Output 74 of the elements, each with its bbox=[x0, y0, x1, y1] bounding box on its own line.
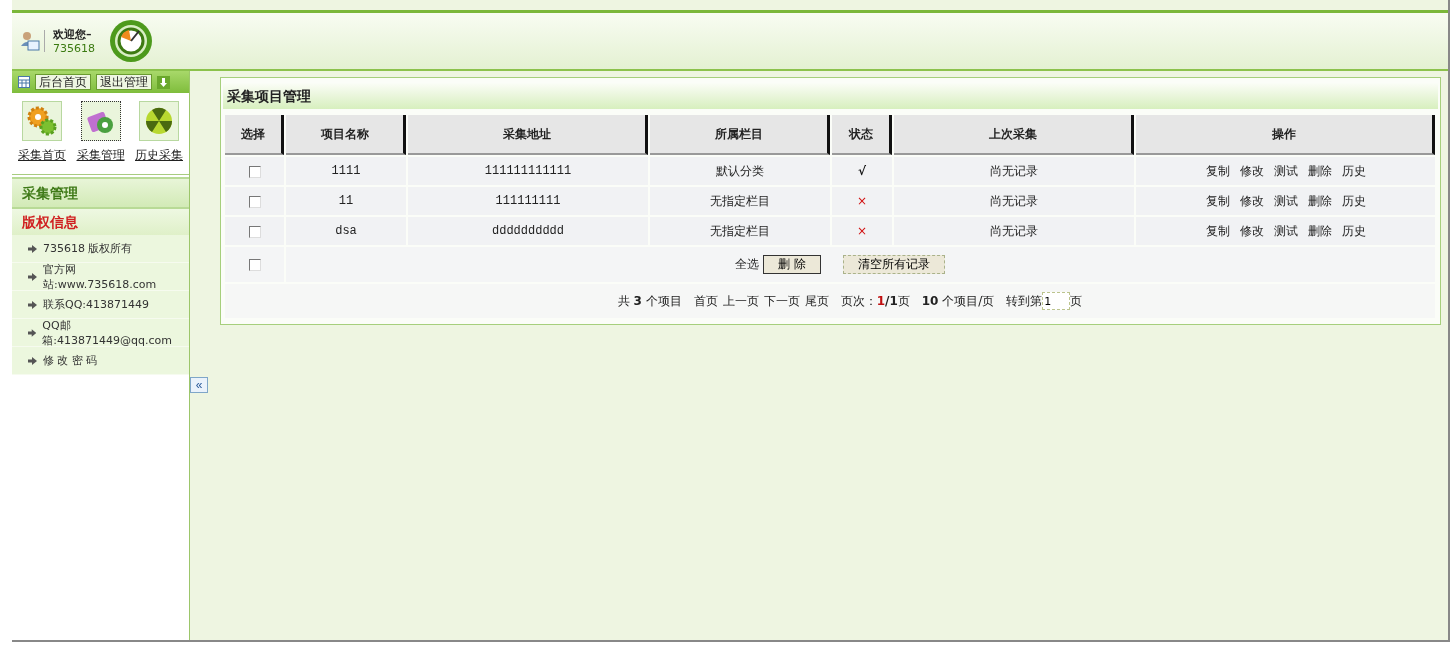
pager-link[interactable]: 下一页 bbox=[763, 292, 800, 310]
goto-suffix: 页 bbox=[1070, 292, 1083, 310]
status-mark: × bbox=[856, 224, 868, 238]
section-header[interactable]: 采集管理 bbox=[12, 177, 189, 209]
status-mark: √ bbox=[858, 164, 866, 178]
action-link[interactable]: 历史 bbox=[1341, 162, 1366, 180]
table-cell: 1111 bbox=[286, 157, 406, 185]
panel-title: 采集项目管理 bbox=[223, 83, 1438, 109]
user-name: 735618 bbox=[53, 42, 95, 55]
column-header: 上次采集 bbox=[894, 115, 1134, 155]
toolbar-button[interactable]: 退出管理 bbox=[96, 74, 152, 90]
action-link[interactable]: 复制 bbox=[1205, 192, 1230, 210]
page-input[interactable]: 1 bbox=[1042, 292, 1071, 310]
radiation-ball-icon bbox=[144, 106, 174, 136]
action-link[interactable]: 历史 bbox=[1341, 192, 1366, 210]
arrow-icon bbox=[28, 272, 37, 281]
collapse-button[interactable]: « bbox=[190, 377, 208, 393]
table-cell: 11 bbox=[286, 187, 406, 215]
arrow-icon bbox=[28, 300, 37, 309]
row-checkbox[interactable] bbox=[248, 225, 261, 238]
action-link[interactable]: 测试 bbox=[1273, 162, 1298, 180]
table-cell: dddddddddd bbox=[408, 217, 648, 245]
action-link[interactable]: 复制 bbox=[1205, 222, 1230, 240]
column-header: 采集地址 bbox=[408, 115, 648, 155]
user-icon bbox=[20, 30, 45, 52]
table-cell: dsa bbox=[286, 217, 406, 245]
pager-link[interactable]: 尾页 bbox=[804, 292, 829, 310]
table-cell: 尚无记录 bbox=[894, 157, 1134, 185]
table-cell: 111111111111 bbox=[408, 157, 648, 185]
action-link[interactable]: 修改 bbox=[1239, 192, 1264, 210]
column-header: 项目名称 bbox=[286, 115, 406, 155]
table-cell: 尚无记录 bbox=[894, 187, 1134, 215]
action-link[interactable]: 测试 bbox=[1273, 222, 1298, 240]
section-header[interactable]: 版权信息 bbox=[12, 209, 189, 235]
action-link[interactable]: 删除 bbox=[1307, 222, 1332, 240]
column-header: 状态 bbox=[832, 115, 892, 155]
toolbar-button[interactable]: 后台首页 bbox=[35, 74, 91, 90]
gears-icon bbox=[27, 106, 57, 136]
table-cell: 尚无记录 bbox=[894, 217, 1134, 245]
action-link[interactable]: 删除 bbox=[1307, 162, 1332, 180]
per-page-text: 10 个项目/页 bbox=[921, 292, 995, 310]
delete-button[interactable]: 删 除 bbox=[763, 255, 821, 274]
pager-total: 共 3 个项目 bbox=[617, 292, 682, 310]
action-link[interactable]: 修改 bbox=[1239, 162, 1264, 180]
row-checkbox[interactable] bbox=[248, 165, 261, 178]
row-checkbox[interactable] bbox=[248, 195, 261, 208]
info-link[interactable]: 修 改 密 码 bbox=[43, 353, 98, 368]
table-cell: 无指定栏目 bbox=[650, 217, 830, 245]
pager-link[interactable]: 上一页 bbox=[722, 292, 759, 310]
clear-records-button[interactable]: 清空所有记录 bbox=[842, 255, 945, 274]
down-arrow-icon[interactable] bbox=[157, 75, 170, 89]
select-all-label: 全选 bbox=[735, 256, 759, 273]
action-link[interactable]: 修改 bbox=[1239, 222, 1264, 240]
page-indicator: 页次：1/1页 bbox=[840, 292, 910, 310]
table-cell: 默认分类 bbox=[650, 157, 830, 185]
table-cell: 无指定栏目 bbox=[650, 187, 830, 215]
action-link[interactable]: 测试 bbox=[1273, 192, 1298, 210]
welcome-text: 欢迎您– bbox=[53, 27, 93, 42]
column-header: 操作 bbox=[1136, 115, 1435, 155]
pager-link[interactable]: 首页 bbox=[693, 292, 718, 310]
column-header: 所属栏目 bbox=[650, 115, 830, 155]
gauge-logo-icon bbox=[109, 19, 153, 63]
action-link[interactable]: 历史 bbox=[1341, 222, 1366, 240]
column-header: 选择 bbox=[225, 115, 284, 155]
action-link[interactable]: 复制 bbox=[1205, 162, 1230, 180]
status-mark: × bbox=[856, 194, 868, 208]
calendar-icon bbox=[18, 76, 30, 88]
arrow-icon bbox=[28, 356, 37, 365]
table-cell: 111111111 bbox=[408, 187, 648, 215]
select-all-checkbox[interactable] bbox=[248, 259, 261, 271]
arrow-icon bbox=[28, 328, 37, 337]
action-link[interactable]: 删除 bbox=[1307, 192, 1332, 210]
goto-label: 转到第 bbox=[1006, 292, 1043, 310]
arrow-icon bbox=[28, 244, 37, 253]
